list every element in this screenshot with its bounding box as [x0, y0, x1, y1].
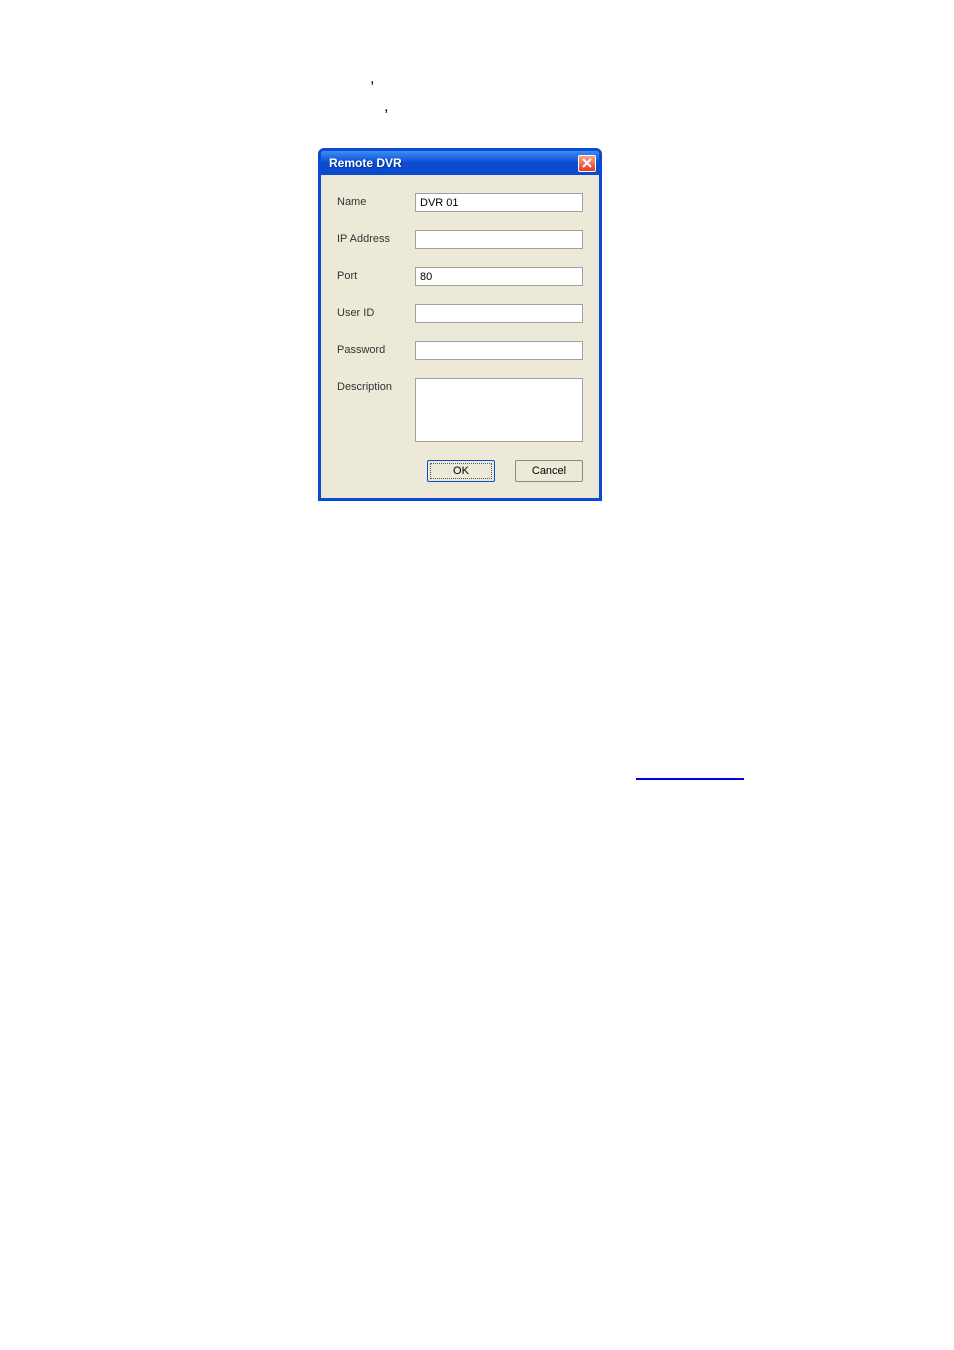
input-ip[interactable]: [415, 230, 583, 249]
cancel-button[interactable]: Cancel: [515, 460, 583, 482]
label-port: Port: [337, 267, 415, 282]
ok-button[interactable]: OK: [427, 460, 495, 482]
input-port[interactable]: [415, 267, 583, 286]
row-password: Password: [337, 341, 583, 360]
label-description: Description: [337, 378, 415, 393]
titlebar[interactable]: Remote DVR: [321, 151, 599, 175]
label-password: Password: [337, 341, 415, 356]
input-userid[interactable]: [415, 304, 583, 323]
stray-mark-1: ,: [370, 70, 374, 88]
label-ip: IP Address: [337, 230, 415, 245]
row-userid: User ID: [337, 304, 583, 323]
label-userid: User ID: [337, 304, 415, 319]
stray-mark-2: ,: [384, 98, 388, 116]
button-row: OK Cancel: [337, 460, 583, 482]
input-description[interactable]: [415, 378, 583, 442]
input-password[interactable]: [415, 341, 583, 360]
close-button[interactable]: [578, 155, 596, 172]
close-icon: [582, 158, 592, 168]
remote-dvr-dialog: Remote DVR Name IP Address Port User ID …: [318, 148, 602, 501]
row-ip: IP Address: [337, 230, 583, 249]
titlebar-title: Remote DVR: [329, 156, 402, 170]
label-name: Name: [337, 193, 415, 208]
underline-mark: [636, 778, 744, 780]
input-name[interactable]: [415, 193, 583, 212]
row-port: Port: [337, 267, 583, 286]
row-name: Name: [337, 193, 583, 212]
form-body: Name IP Address Port User ID Password De…: [321, 175, 599, 498]
row-description: Description: [337, 378, 583, 442]
